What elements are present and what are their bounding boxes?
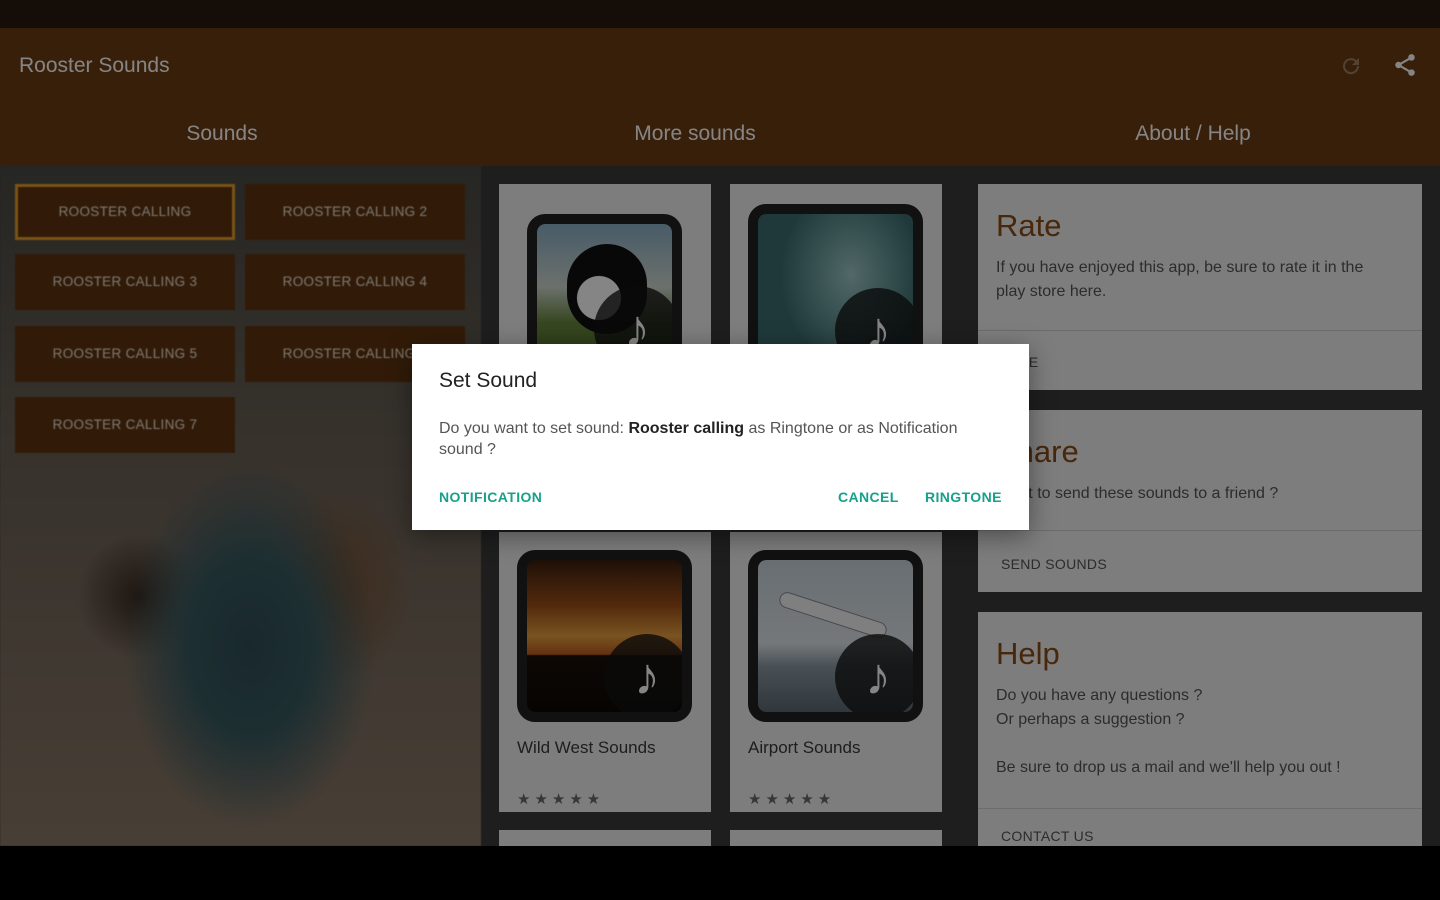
dialog-sound-name: Rooster calling [628, 420, 745, 437]
navigation-bar [0, 846, 1440, 900]
set-sound-dialog: Set Sound Do you want to set sound: Roos… [412, 344, 1029, 530]
dialog-message: Do you want to set sound: Rooster callin… [439, 418, 999, 460]
cancel-button[interactable]: CANCEL [838, 489, 899, 505]
dialog-message-prefix: Do you want to set sound: [439, 420, 629, 437]
ringtone-button[interactable]: RINGTONE [925, 489, 1002, 505]
dialog-title: Set Sound [439, 369, 538, 392]
notification-button[interactable]: NOTIFICATION [439, 489, 542, 505]
